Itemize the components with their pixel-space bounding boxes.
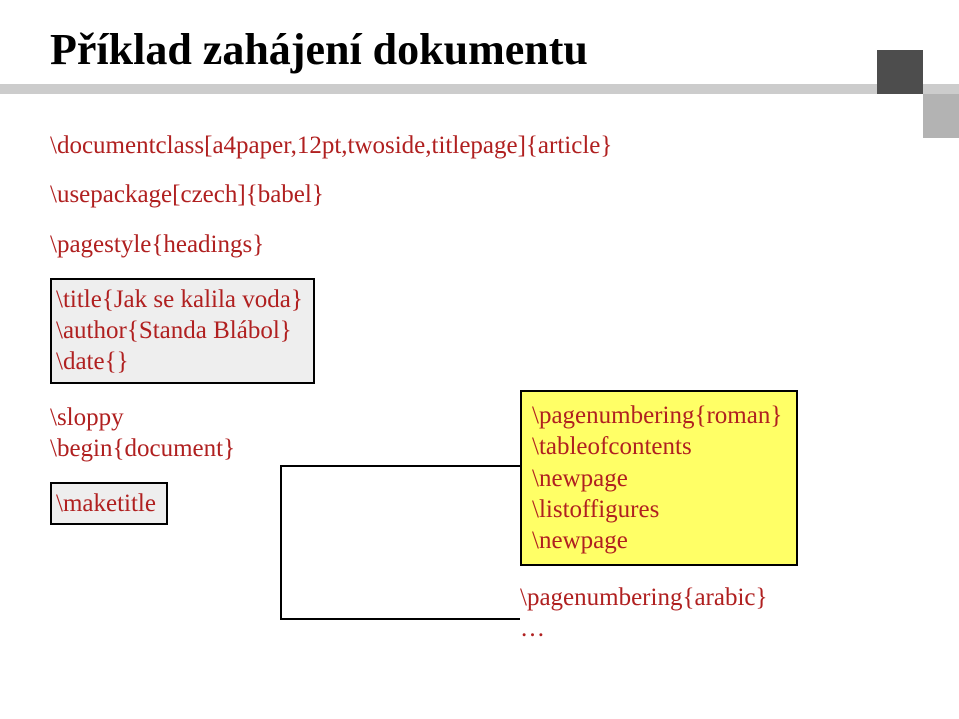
trailing-code: \pagenumbering{arabic} … [520,582,768,645]
title-meta-box: \title{Jak se kalila voda} \author{Stand… [50,278,315,384]
slide-title: Příklad zahájení dokumentu [50,24,588,75]
yellow-insert-box: \pagenumbering{roman} \tableofcontents \… [520,390,798,566]
code-pagenumbering-roman: \pagenumbering{roman} [532,400,782,431]
code-usepackage: \usepackage[czech]{babel} [50,179,919,210]
corner-decoration-dark [877,50,923,94]
connector-line [280,465,282,620]
maketitle-box: \maketitle [50,482,168,525]
code-tableofcontents: \tableofcontents [532,431,782,462]
code-newpage2: \newpage [532,525,782,556]
code-listoffigures: \listoffigures [532,494,782,525]
header-divider [0,84,959,94]
code-title: \title{Jak se kalila voda} [56,284,303,315]
code-maketitle: \maketitle [56,488,156,519]
code-pagenumbering-arabic: \pagenumbering{arabic} [520,582,768,613]
connector-line [280,465,520,467]
code-author: \author{Standa Blábol} [56,315,303,346]
code-pagestyle: \pagestyle{headings} [50,229,919,260]
connector-line [280,618,520,620]
code-date: \date{} [56,346,303,377]
corner-decoration-light [923,94,959,138]
code-ellipsis: … [520,613,768,644]
code-newpage1: \newpage [532,463,782,494]
code-documentclass: \documentclass[a4paper,12pt,twoside,titl… [50,130,919,161]
